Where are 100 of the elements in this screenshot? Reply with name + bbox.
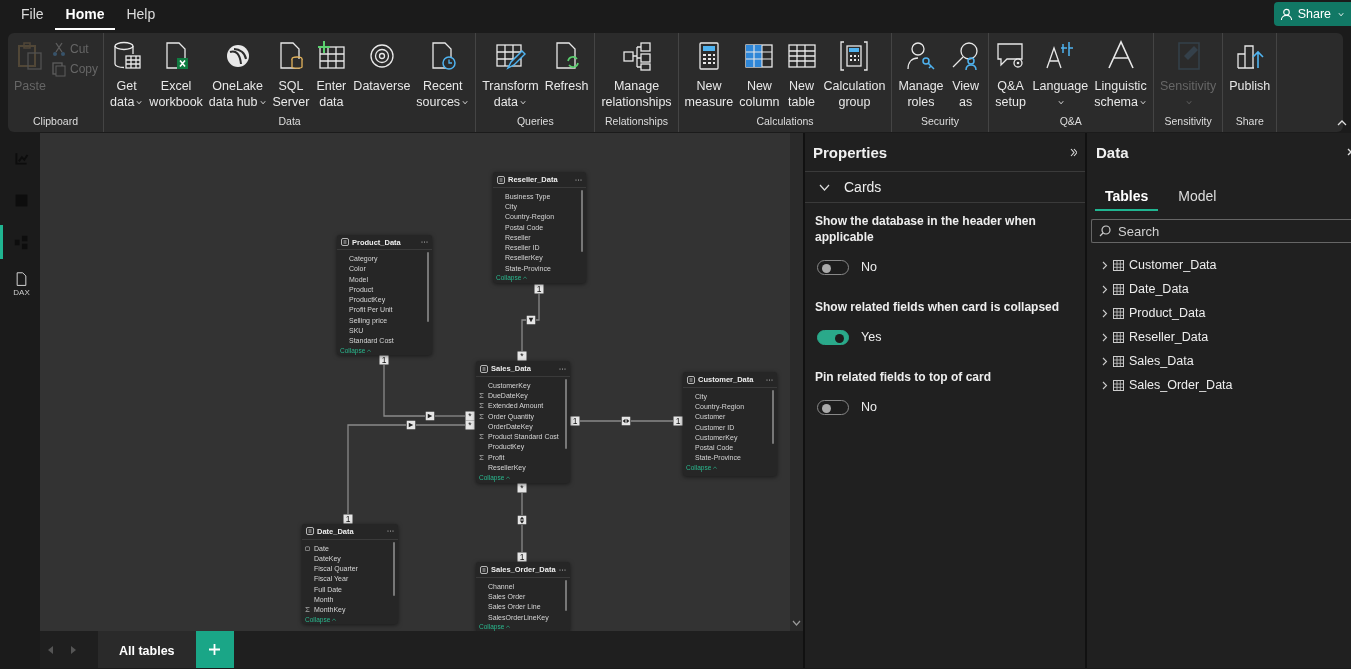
scroll-down-icon	[792, 618, 801, 627]
sigma-icon	[479, 454, 484, 460]
search-icon	[1099, 225, 1111, 237]
cardinality-marker: 1	[534, 284, 544, 294]
toggle-switch[interactable]	[817, 399, 849, 415]
table-icon	[1113, 283, 1124, 295]
chevron-up-icon	[523, 276, 528, 280]
relationship-line[interactable]	[347, 424, 407, 515]
ribbon-button[interactable]: View as	[946, 37, 985, 110]
panel-title: Properties	[813, 143, 888, 161]
setting-label: Show related fields when card is collapsed	[815, 299, 1061, 315]
search-field[interactable]: Search	[1091, 219, 1351, 243]
ribbon-button[interactable]: SQL Server	[269, 37, 313, 110]
add-button[interactable]	[195, 631, 234, 668]
menu-tab[interactable]: Home	[54, 0, 116, 30]
sigma-icon	[305, 607, 310, 613]
scrollbar[interactable]	[581, 190, 583, 252]
relationship-line[interactable]	[535, 293, 540, 321]
pane-tab[interactable]: Tables	[1095, 183, 1159, 211]
ribbon-button[interactable]: Manage relationships	[598, 37, 675, 110]
previous-icon	[48, 645, 54, 654]
group-label: Relationships	[603, 115, 669, 129]
table-list-item[interactable]: Sales_Order_Data	[1102, 373, 1351, 397]
ribbon-button[interactable]: New column	[736, 37, 783, 110]
menu-tab[interactable]: File	[10, 0, 55, 30]
ribbon-button[interactable]: Q&A setup	[991, 37, 1030, 110]
toggle-switch[interactable]	[817, 259, 849, 275]
ribbon-button[interactable]: Language	[1029, 37, 1092, 110]
plus-icon	[209, 644, 221, 655]
relationship-line[interactable]	[521, 319, 527, 352]
more-icon	[559, 367, 566, 370]
group-label: Queries	[515, 115, 555, 129]
table-list-item[interactable]: Customer_Data	[1102, 253, 1351, 277]
scissors-icon	[51, 41, 67, 57]
caret-icon	[1338, 11, 1345, 17]
table-icon	[1113, 259, 1124, 271]
group-label: Data	[277, 115, 302, 129]
relationship-line[interactable]	[383, 364, 426, 417]
copy-icon	[51, 61, 67, 77]
group-label: Q&A	[1058, 115, 1083, 129]
group-label: Share	[1234, 115, 1265, 129]
cardinality-marker: *	[517, 483, 527, 493]
table-icon	[480, 565, 488, 574]
scrollbar[interactable]	[565, 580, 567, 611]
table-icon	[687, 375, 695, 384]
chevron-up-icon	[713, 466, 718, 470]
relationship-line[interactable]	[434, 415, 466, 417]
relationship-line[interactable]	[521, 524, 523, 553]
next-icon	[70, 645, 76, 654]
more-icon	[559, 568, 566, 571]
group-label: Sensitivity	[1163, 115, 1213, 129]
ribbon-button[interactable]: Excel workbook	[146, 37, 206, 110]
calendar-icon	[305, 545, 310, 551]
chevron-up-icon	[367, 349, 372, 352]
ribbon-button[interactable]: Manage roles	[895, 37, 947, 110]
ribbon-button[interactable]: Refresh	[541, 37, 592, 94]
scrollbar[interactable]	[772, 390, 774, 444]
cardinality-marker: 1	[570, 416, 580, 426]
group-label: Clipboard	[32, 115, 79, 129]
scrollbar[interactable]	[427, 252, 429, 323]
group-label: Security	[920, 115, 960, 129]
person-icon	[1279, 7, 1293, 21]
ribbon-button[interactable]: Enter data	[312, 37, 351, 110]
scrollbar[interactable]	[565, 379, 567, 449]
ribbon-button[interactable]: Publish	[1226, 37, 1274, 94]
table-list-item[interactable]: Date_Data	[1102, 277, 1351, 301]
table-list-item[interactable]: Product_Data	[1102, 301, 1351, 325]
toggle-switch[interactable]	[817, 329, 849, 345]
rail-button[interactable]: DAX	[0, 267, 40, 301]
relationship-line[interactable]	[521, 492, 523, 516]
pane-tab[interactable]: Model	[1168, 183, 1227, 211]
ribbon-button[interactable]: Get data	[107, 37, 147, 110]
collapse-icon	[1337, 119, 1347, 126]
ribbon-button[interactable]: Transform data	[479, 37, 542, 110]
ribbon-button[interactable]: Linguistic schema	[1091, 37, 1150, 110]
table-icon	[341, 238, 349, 247]
menu-tab[interactable]: Help	[115, 0, 167, 30]
page-tab[interactable]: All tables	[98, 631, 196, 668]
chevron-up-icon	[506, 475, 511, 479]
chevron-up-icon	[332, 618, 337, 621]
share-button[interactable]: Share	[1273, 2, 1351, 26]
collapse-icon	[1070, 147, 1077, 157]
ribbon-button[interactable]: OneLake data hub	[205, 37, 270, 110]
ribbon-button[interactable]: New measure	[681, 37, 737, 110]
toggle-state: No	[861, 260, 877, 274]
ribbon-button[interactable]: New table	[782, 37, 821, 110]
user-key-icon	[904, 40, 937, 72]
cardinality-marker: *	[465, 420, 475, 430]
panel-title: Data	[1096, 143, 1129, 161]
setting-label: Pin related fields to top of card	[815, 369, 993, 385]
ribbon-button[interactable]: Dataverse	[350, 37, 414, 94]
table-icon	[1113, 379, 1124, 391]
table-icon	[1113, 355, 1124, 367]
table-plus-icon	[315, 40, 348, 72]
table-list-item[interactable]: Reseller_Data	[1102, 325, 1351, 349]
scrollbar[interactable]	[393, 541, 395, 596]
table-list-item[interactable]: Sales_Data	[1102, 349, 1351, 373]
ribbon-button[interactable]: Recent sources	[413, 37, 473, 110]
ribbon-button[interactable]: Calculation group	[820, 37, 889, 110]
section-header[interactable]: Cards	[805, 171, 1085, 203]
